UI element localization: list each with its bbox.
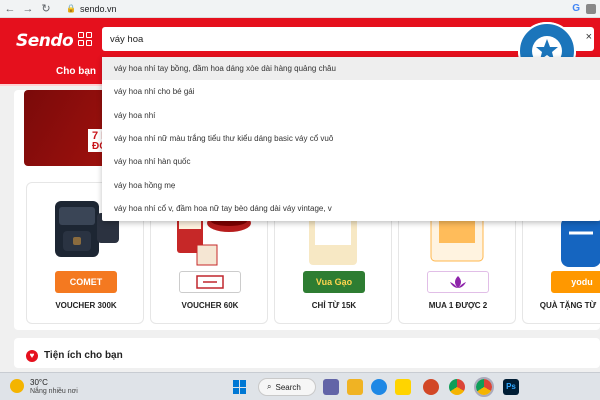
edge-icon[interactable] <box>371 379 387 395</box>
reload-icon[interactable]: ↻ <box>40 3 52 15</box>
voucher-label: QUÀ TẶNG TỪ <box>539 301 597 310</box>
address-bar[interactable]: 🔒 sendo.vn <box>66 4 117 14</box>
suggestion-item[interactable]: váy hoa nhí hàn quốc <box>102 150 600 173</box>
back-arrow-icon[interactable]: ← <box>4 3 16 15</box>
suggestion-item[interactable]: váy hoa hồng mẹ <box>102 173 600 196</box>
start-button[interactable] <box>233 380 247 394</box>
taskbar-search-label: Search <box>275 382 301 392</box>
voucher-brand-logo: yodu <box>551 271 600 293</box>
taskbar-search[interactable]: ⌕ Search <box>258 378 316 396</box>
weather-description: Nắng nhiều nơi <box>30 388 78 395</box>
voucher-label: MUA 1 ĐƯỢC 2 <box>428 301 488 310</box>
photoshop-icon[interactable]: Ps <box>503 379 519 395</box>
windows-taskbar: 30°C Nắng nhiều nơi ⌕ Search Ps <box>0 372 600 400</box>
forward-arrow-icon[interactable]: → <box>22 3 34 15</box>
suggestion-item[interactable]: váy hoa nhí <box>102 104 600 127</box>
utilities-icon: ♥ <box>26 350 38 362</box>
lotus-icon <box>450 276 466 288</box>
suggestion-item[interactable]: váy hoa nhí cổ v, đầm hoa nữ tay bèo dán… <box>102 197 600 220</box>
powerpoint-icon[interactable] <box>423 379 439 395</box>
voucher-brand-logo: COMET <box>55 271 117 293</box>
suggestion-item[interactable]: váy hoa nhí tay bồng, đầm hoa dáng xòe d… <box>102 57 600 81</box>
voucher-brand-logo <box>427 271 489 293</box>
search-icon: ⌕ <box>267 382 272 391</box>
url-text: sendo.vn <box>79 3 117 14</box>
tab-cho-ban[interactable]: Cho bạn <box>56 66 96 77</box>
extension-icon[interactable] <box>586 3 596 14</box>
category-grid-icon[interactable] <box>78 32 92 46</box>
search-suggestions: váy hoa nhí tay bồng, đầm hoa dáng xòe d… <box>102 57 600 221</box>
suggestion-item[interactable]: váy hoa nhí nữ màu trắng tiểu thư kiểu d… <box>102 127 600 150</box>
voucher-label: VOUCHER 60K <box>181 301 239 310</box>
voucher-brand-logo: Vua Gạo <box>303 271 365 293</box>
voucher-label: CHỈ TỪ 15K <box>311 301 357 310</box>
chrome-active-icon[interactable] <box>474 377 494 397</box>
section-title: Tiện ích cho bạn <box>44 350 123 361</box>
chrome-icon[interactable] <box>449 379 465 395</box>
google-icon[interactable]: G <box>572 3 580 14</box>
sun-icon[interactable] <box>10 379 24 393</box>
weather-temperature: 30°C <box>30 378 48 387</box>
suggestion-item[interactable]: váy hoa nhí cho bé gái <box>102 80 600 103</box>
lock-icon: 🔒 <box>66 4 76 13</box>
brand-emblem-icon <box>196 275 224 289</box>
browser-toolbar: ← → ↻ 🔒 sendo.vn G <box>0 0 600 18</box>
voucher-brand-logo <box>179 271 241 293</box>
utilities-section: ♥ Tiện ích cho bạn <box>14 338 600 368</box>
sticky-notes-icon[interactable] <box>395 379 411 395</box>
voucher-label: VOUCHER 300K <box>55 301 117 310</box>
sendo-logo[interactable]: Sendo <box>16 31 74 51</box>
file-explorer-icon[interactable] <box>347 379 363 395</box>
teams-icon[interactable] <box>323 379 339 395</box>
clear-search-icon[interactable]: × <box>586 31 592 43</box>
